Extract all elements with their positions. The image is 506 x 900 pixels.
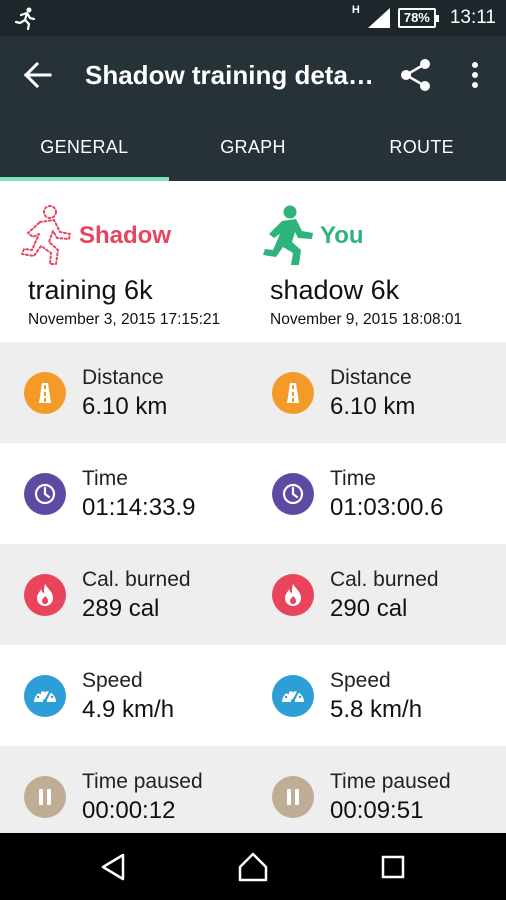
- you-datetime: November 9, 2015 18:08:01: [270, 311, 463, 328]
- you-activity-name: shadow 6k: [270, 275, 400, 305]
- road-icon: [272, 372, 314, 414]
- stat-label: Time: [330, 467, 376, 490]
- clock-icon: [24, 473, 66, 515]
- you-time-cell: Time 01:03:00.6: [248, 443, 501, 544]
- network-type: H: [351, 4, 360, 16]
- stat-label: Speed: [82, 669, 143, 692]
- stat-row-time: Time 01:14:33.9 Time 01:03:00.6: [0, 443, 506, 544]
- stat-value: 01:14:33.9: [82, 494, 196, 521]
- comparison-header: Shadow training 6k November 3, 2015 17:1…: [0, 181, 506, 342]
- stat-value: 00:00:12: [82, 797, 176, 824]
- stat-value: 6.10 km: [82, 393, 168, 420]
- stat-value: 00:09:51: [330, 797, 424, 824]
- road-icon: [24, 372, 66, 414]
- stat-label: Distance: [330, 366, 412, 389]
- recent-apps-icon[interactable]: [375, 849, 411, 885]
- you-paused-cell: Time paused 00:09:51: [248, 746, 501, 847]
- dotted-runner-icon: [21, 205, 71, 265]
- stat-row-speed: Speed 4.9 km/h Speed 5.8 km/h: [0, 645, 506, 746]
- shadow-paused-cell: Time paused 00:00:12: [0, 746, 253, 847]
- you-distance-cell: Distance 6.10 km: [248, 342, 501, 443]
- stat-value: 289 cal: [82, 595, 160, 622]
- stat-row-calories: Cal. burned 289 cal Cal. burned 290 cal: [0, 544, 506, 645]
- signal-icon: [367, 8, 390, 28]
- stat-value: 6.10 km: [330, 393, 416, 420]
- stat-value: 290 cal: [330, 595, 408, 622]
- stat-label: Distance: [82, 366, 164, 389]
- battery-indicator: 78%: [397, 8, 439, 28]
- shadow-time-cell: Time 01:14:33.9: [0, 443, 253, 544]
- system-navigation-bar: [0, 833, 506, 900]
- flame-icon: [272, 574, 314, 616]
- shadow-calories-cell: Cal. burned 289 cal: [0, 544, 253, 645]
- stat-row-distance: Distance 6.10 km Distance 6.10 km: [0, 342, 506, 443]
- shadow-column-header: Shadow training 6k November 3, 2015 17:1…: [0, 181, 253, 342]
- you-calories-cell: Cal. burned 290 cal: [248, 544, 501, 645]
- tab-bar: GENERAL GRAPH ROUTE: [0, 114, 506, 181]
- clock: 13:11: [449, 7, 496, 28]
- speedometer-icon: [272, 675, 314, 717]
- shadow-distance-cell: Distance 6.10 km: [0, 342, 253, 443]
- stat-label: Speed: [330, 669, 391, 692]
- app-toolbar: Shadow training detai…: [0, 36, 506, 114]
- flame-icon: [24, 574, 66, 616]
- stat-label: Cal. burned: [82, 568, 191, 591]
- status-bar: H 78% 13:11: [0, 0, 506, 36]
- back-arrow-icon[interactable]: [20, 58, 56, 92]
- you-label: You: [320, 222, 364, 249]
- shadow-label: Shadow: [79, 222, 172, 249]
- you-column-header: You shadow 6k November 9, 2015 18:08:01: [253, 181, 506, 342]
- runner-icon: [263, 205, 313, 265]
- you-speed-cell: Speed 5.8 km/h: [248, 645, 501, 746]
- clock-icon: [272, 473, 314, 515]
- stat-label: Time paused: [82, 770, 203, 793]
- stat-value: 4.9 km/h: [82, 696, 175, 723]
- speedometer-icon: [24, 675, 66, 717]
- pause-icon: [24, 776, 66, 818]
- share-icon[interactable]: [398, 56, 434, 94]
- runner-notification-icon: [14, 7, 36, 30]
- tab-general[interactable]: GENERAL: [0, 114, 169, 181]
- shadow-speed-cell: Speed 4.9 km/h: [0, 645, 253, 746]
- stat-value: 5.8 km/h: [330, 696, 423, 723]
- home-icon[interactable]: [235, 849, 271, 885]
- shadow-datetime: November 3, 2015 17:15:21: [28, 311, 221, 328]
- more-options-icon[interactable]: [460, 58, 490, 92]
- stat-row-time-paused: Time paused 00:00:12 Time paused 00:09:5…: [0, 746, 506, 833]
- pause-icon: [272, 776, 314, 818]
- stat-label: Time paused: [330, 770, 451, 793]
- page-title: Shadow training detai…: [85, 60, 380, 90]
- stat-label: Time: [82, 467, 128, 490]
- tab-route[interactable]: ROUTE: [337, 114, 506, 181]
- tab-graph[interactable]: GRAPH: [169, 114, 338, 181]
- back-triangle-icon[interactable]: [95, 849, 131, 885]
- stat-value: 01:03:00.6: [330, 494, 444, 521]
- shadow-activity-name: training 6k: [28, 275, 153, 305]
- stat-label: Cal. burned: [330, 568, 439, 591]
